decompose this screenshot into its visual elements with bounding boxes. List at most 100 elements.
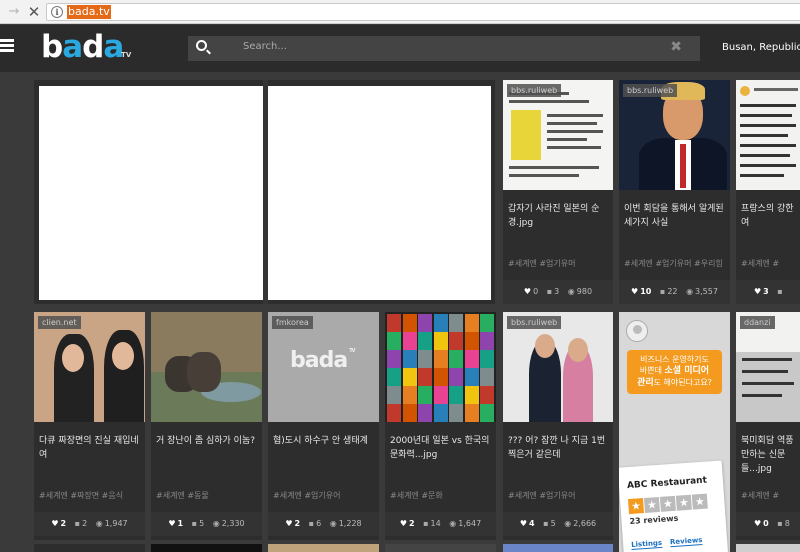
promo-bubble: 비즈니스 운영하기도 바쁜데 소셜 미디어 관리도 해야된다고요?: [627, 350, 722, 394]
star-icon: ★: [643, 496, 660, 513]
card-peek[interactable]: [34, 544, 145, 552]
collage-tile: [449, 314, 463, 332]
card-peek[interactable]: [503, 544, 613, 552]
heart-icon[interactable]: ♥: [524, 287, 531, 296]
ad-block: [34, 80, 495, 304]
comment-icon: ▪: [543, 519, 549, 528]
card-peek[interactable]: [385, 544, 496, 552]
card-tags[interactable]: #세계엔 #짜장면 #음식: [39, 490, 123, 501]
card-tags[interactable]: #세계엔 #: [741, 258, 779, 269]
eye-icon: ◉: [564, 519, 572, 528]
card-image: [385, 312, 496, 422]
heart-icon[interactable]: ♥: [754, 287, 761, 296]
card-image: [736, 80, 800, 190]
heart-icon[interactable]: ♥: [51, 519, 58, 528]
url-text[interactable]: bada.tv: [67, 5, 111, 19]
card-source[interactable]: clien.net: [38, 316, 81, 329]
clear-search-icon[interactable]: ✖: [670, 39, 682, 55]
search-input[interactable]: Search...: [243, 41, 287, 52]
logo-tv: TV: [121, 51, 132, 59]
view-count: 2,330: [221, 519, 245, 528]
card-peek[interactable]: [736, 544, 800, 552]
card-title[interactable]: 이번 회담을 통해서 알게된 세가지 사실: [624, 202, 724, 230]
collage-tile: [449, 386, 463, 404]
card-title[interactable]: 2000년대 일본 vs 한국의 문화력...jpg: [390, 434, 490, 462]
card-item[interactable]: 프랑스의 강한 여 #세계엔 # ♥ 3 ▪: [736, 80, 800, 304]
comment-icon: ▪: [191, 519, 198, 528]
card-tags[interactable]: #세계엔 #업기유머: [508, 258, 575, 269]
card-title[interactable]: ??? 어? 잠깐 나 지금 1번 찍은거 같은데: [508, 434, 607, 462]
card-source[interactable]: bbs.ruliweb: [507, 84, 562, 97]
card-stats: ♥ 1 ▪ 5 ◉ 2,330: [151, 512, 262, 536]
card-peek[interactable]: [268, 544, 379, 552]
card-item[interactable]: 2000년대 일본 vs 한국의 문화력...jpg #세계엔 #문화 ♥ 2 ▪…: [385, 312, 496, 540]
card-title[interactable]: 혐)도시 하수구 안 생태계: [273, 434, 373, 448]
card-item[interactable]: 거 장난이 좀 심하가 이놈? #세계엔 #동물 ♥ 1 ▪ 5 ◉ 2,330: [151, 312, 262, 540]
location-label[interactable]: Busan, Republic of K: [722, 42, 800, 53]
card-peek[interactable]: [151, 544, 262, 552]
heart-icon[interactable]: ♥: [520, 519, 527, 528]
heart-icon[interactable]: ♥: [168, 519, 175, 528]
collage-tile: [480, 350, 494, 368]
heart-icon[interactable]: ♥: [754, 519, 761, 528]
site-logo[interactable]: bada TV: [41, 29, 131, 65]
star-icon: ★: [675, 494, 692, 511]
collage-tile: [433, 314, 448, 332]
card-item[interactable]: bbs.ruliweb 갑자기 사라진 일본의 순경.jpg #세계엔 #업기유…: [503, 80, 613, 304]
card-title[interactable]: 갑자기 사라진 일본의 순경.jpg: [508, 202, 607, 230]
comment-count: 5: [199, 519, 205, 528]
promo-line2-highlight: 소셜 미디어: [664, 366, 710, 376]
card-item[interactable]: bada TV fmkorea 혐)도시 하수구 안 생태계 #세계엔 #업기유어…: [268, 312, 379, 540]
info-icon[interactable]: i: [51, 6, 63, 18]
card-tags[interactable]: #세계엔 #문화: [390, 490, 443, 501]
card-item[interactable]: bbs.ruliweb ??? 어? 잠깐 나 지금 1번 찍은거 같은데 #세…: [503, 312, 613, 540]
card-source[interactable]: bbs.ruliweb: [507, 316, 562, 329]
collage-tile: [464, 314, 479, 332]
card-item[interactable]: bbs.ruliweb 이번 회담을 통해서 알게된 세가지 사실 #세계엔 #…: [619, 80, 730, 304]
collage-tile: [480, 386, 494, 404]
card-title[interactable]: 북미회담 역풍 만하는 신문들...jpg: [741, 434, 794, 476]
card-tags[interactable]: #세계엔 #동물: [156, 490, 209, 501]
card-item[interactable]: ddanzi 북미회담 역풍 만하는 신문들...jpg #세계엔 # ♥ 0 ▪…: [736, 312, 800, 540]
heart-icon[interactable]: ♥: [285, 519, 292, 528]
collage-tile: [387, 350, 401, 368]
like-count: 3: [763, 287, 769, 296]
search-bar[interactable]: Search... ✖: [188, 36, 700, 61]
card-tags[interactable]: #세계엔 #업기유머 #우리힘: [624, 258, 723, 269]
review-links: Listings Reviews: [630, 535, 711, 550]
address-bar[interactable]: i bada.tv: [46, 3, 800, 21]
collage-tile: [464, 350, 479, 368]
heart-icon[interactable]: ♥: [400, 519, 407, 528]
card-title[interactable]: 거 장난이 좀 심하가 이놈?: [156, 434, 256, 448]
eye-icon: ◉: [449, 519, 457, 528]
like-count: 2: [294, 519, 301, 528]
card-tags[interactable]: #세계엔 #업기유어: [273, 490, 340, 501]
collage-tile: [480, 332, 494, 350]
collage-tile: [418, 332, 432, 350]
card-source[interactable]: bbs.ruliweb: [623, 84, 678, 97]
collage-tile: [387, 314, 401, 332]
card-stats: ♥ 2 ▪ 2 ◉ 1,947: [34, 512, 145, 536]
card-source[interactable]: fmkorea: [272, 316, 313, 329]
collage-tile: [480, 314, 494, 332]
menu-icon[interactable]: [0, 39, 14, 53]
promo-card[interactable]: 비즈니스 운영하기도 바쁜데 소셜 미디어 관리도 해야된다고요? ABC Re…: [619, 312, 730, 552]
card-tags[interactable]: #세계엔 #업기유어: [508, 490, 575, 501]
eye-icon: ◉: [95, 519, 103, 528]
back-arrow-icon[interactable]: →: [6, 4, 22, 20]
heart-icon[interactable]: ♥: [631, 287, 638, 296]
promo-line1: 비즈니스 운영하기도: [640, 355, 709, 364]
card-stats: ♥ 4 ▪ 5 ◉ 2,666: [503, 512, 613, 536]
card-image: [151, 312, 262, 422]
comment-icon: ▪: [546, 287, 553, 296]
card-title[interactable]: 다큐 짜장면의 진실 재입네여: [39, 434, 139, 462]
card-item[interactable]: clien.net 다큐 짜장면의 진실 재입네여 #세계엔 #짜장면 #음식 …: [34, 312, 145, 540]
collage-tile: [464, 404, 479, 422]
card-title[interactable]: 프랑스의 강한 여: [741, 202, 794, 230]
close-icon[interactable]: ✕: [26, 4, 42, 20]
card-source[interactable]: ddanzi: [740, 316, 775, 329]
view-count: 3,557: [695, 287, 718, 296]
search-icon[interactable]: [196, 40, 207, 51]
like-count: 2: [409, 519, 415, 528]
card-tags[interactable]: #세계엔 #: [741, 490, 779, 501]
